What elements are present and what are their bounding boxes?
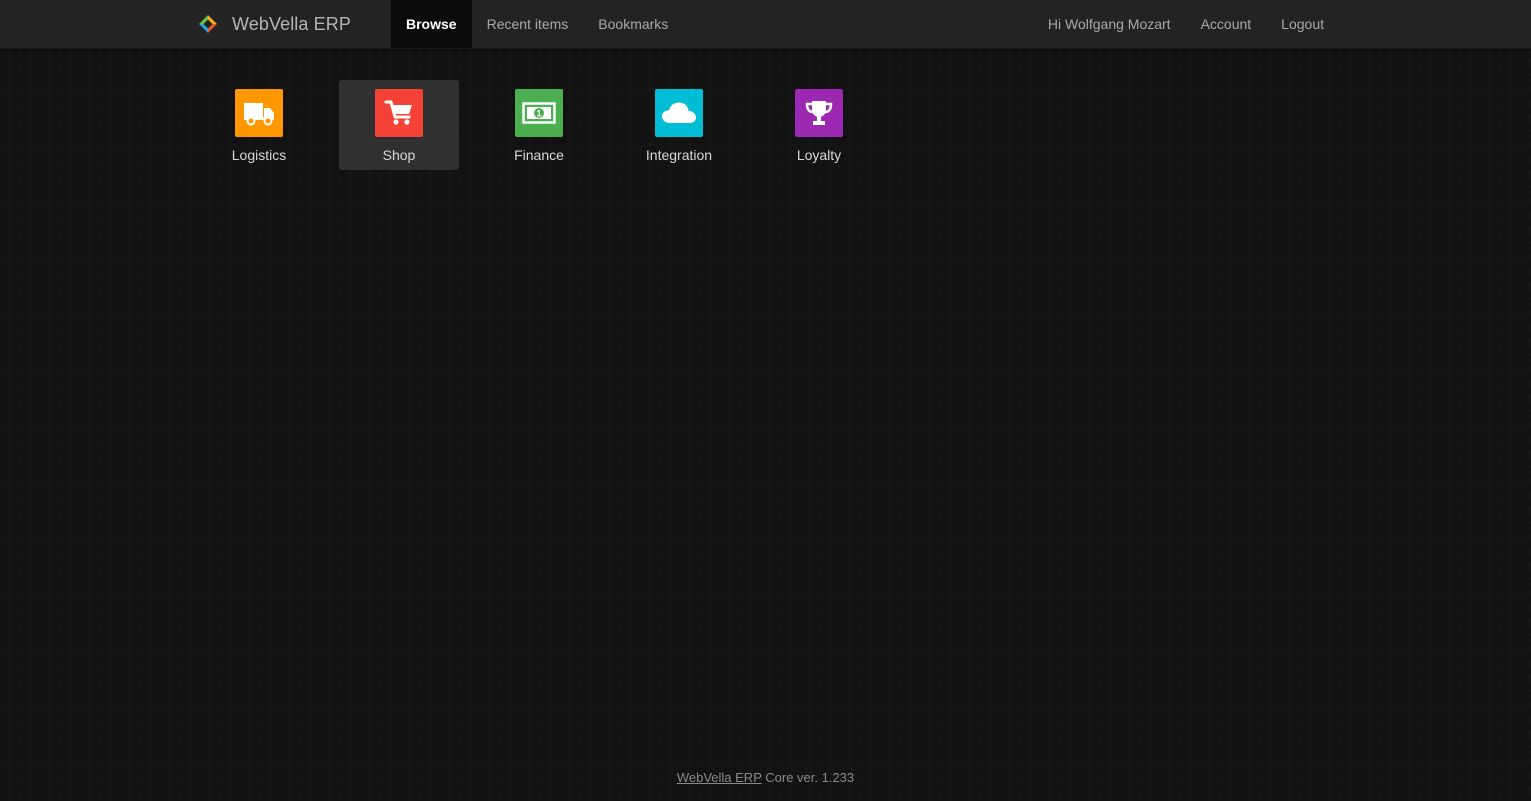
top-navbar: WebVella ERP Browse Recent items Bookmar…: [0, 0, 1531, 49]
brand-home-link[interactable]: WebVella ERP: [198, 0, 351, 48]
footer-webvella-link[interactable]: WebVella ERP: [677, 770, 762, 785]
money-bill-icon: 1: [515, 89, 563, 137]
main-nav: Browse Recent items Bookmarks: [391, 0, 683, 48]
svg-text:1: 1: [536, 109, 541, 119]
nav-account[interactable]: Account: [1186, 0, 1267, 48]
app-tile-integration[interactable]: Integration: [619, 80, 739, 170]
shopping-cart-icon: [375, 89, 423, 137]
footer: WebVella ERP Core ver. 1.233: [0, 770, 1531, 785]
footer-version-text: Core ver. 1.233: [761, 770, 855, 785]
nav-bookmarks[interactable]: Bookmarks: [583, 0, 683, 48]
truck-icon: [235, 89, 283, 137]
trophy-icon: [795, 89, 843, 137]
app-label: Integration: [645, 147, 713, 163]
app-tile-shop[interactable]: Shop: [339, 80, 459, 170]
app-label: Logistics: [231, 147, 287, 163]
nav-logout[interactable]: Logout: [1266, 0, 1339, 48]
app-tile-loyalty[interactable]: Loyalty: [759, 80, 879, 170]
brand-name: WebVella ERP: [232, 13, 351, 34]
app-label: Finance: [514, 147, 564, 163]
app-tile-logistics[interactable]: Logistics: [199, 80, 319, 170]
cloud-icon: [655, 89, 703, 137]
user-nav: Hi Wolfgang Mozart Account Logout: [1033, 0, 1339, 48]
nav-recent-items[interactable]: Recent items: [472, 0, 584, 48]
app-label: Loyalty: [796, 147, 842, 163]
user-greeting-link[interactable]: Hi Wolfgang Mozart: [1033, 0, 1186, 48]
app-label: Shop: [382, 147, 416, 163]
webvella-diamond-logo-icon: [199, 15, 217, 33]
app-grid: Logistics Shop 1 Finance Integration Loy…: [199, 80, 899, 170]
nav-browse[interactable]: Browse: [391, 0, 472, 48]
app-tile-finance[interactable]: 1 Finance: [479, 80, 599, 170]
